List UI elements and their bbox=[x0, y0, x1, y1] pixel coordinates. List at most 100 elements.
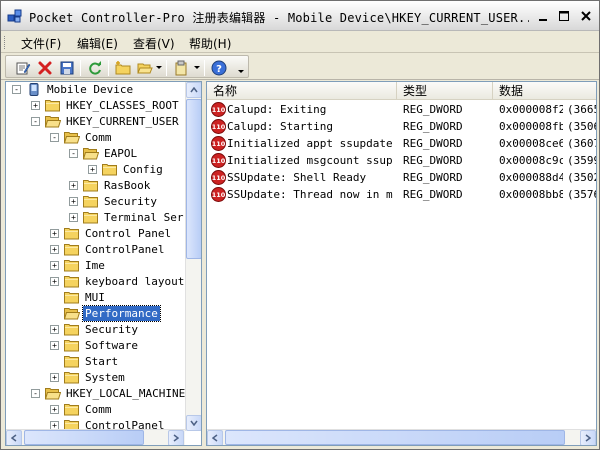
help-button[interactable]: ? bbox=[210, 59, 228, 77]
clipboard-dropdown[interactable] bbox=[194, 66, 200, 69]
tree-item-label[interactable]: Comm bbox=[83, 130, 114, 145]
scroll-left-button[interactable] bbox=[6, 430, 22, 445]
tree-item-label[interactable]: HKEY_CURRENT_USER bbox=[64, 114, 181, 129]
tree-item[interactable]: - HKEY_CURRENT_USER bbox=[6, 114, 186, 130]
list-item[interactable]: 110 SSUpdate: Thread now in m... REG_DWORD… bbox=[207, 186, 596, 203]
collapse-toggle[interactable]: - bbox=[31, 389, 40, 398]
expand-toggle[interactable]: + bbox=[88, 165, 97, 174]
toolbar-overflow[interactable] bbox=[238, 70, 244, 73]
tree-item[interactable]: Start bbox=[6, 354, 186, 370]
tree-item[interactable]: + System bbox=[6, 370, 186, 386]
tree-horizontal-scrollbar[interactable] bbox=[6, 429, 185, 445]
expand-toggle[interactable]: + bbox=[69, 197, 78, 206]
collapse-toggle[interactable]: - bbox=[12, 85, 21, 94]
tree-item[interactable]: + Security bbox=[6, 194, 186, 210]
tree-item-label[interactable]: keyboard layout bbox=[83, 274, 186, 289]
tree-item-label[interactable]: Start bbox=[83, 354, 120, 369]
tree-item[interactable]: + Comm bbox=[6, 402, 186, 418]
collapse-toggle[interactable]: - bbox=[69, 149, 78, 158]
menu-help[interactable]: 帮助(H) bbox=[189, 35, 231, 52]
tree-item[interactable]: - Mobile Device bbox=[6, 82, 186, 98]
column-header-type[interactable]: 类型 bbox=[397, 82, 493, 100]
open-folder-dropdown[interactable] bbox=[156, 66, 162, 69]
tree-item-label[interactable]: Security bbox=[83, 322, 140, 337]
tree-item-label[interactable]: System bbox=[83, 370, 127, 385]
tree-item[interactable]: Performance bbox=[6, 305, 186, 322]
tree-item[interactable]: + HKEY_CLASSES_ROOT bbox=[6, 98, 186, 114]
tree-item[interactable]: - HKEY_LOCAL_MACHINE bbox=[6, 386, 186, 402]
maximize-button[interactable] bbox=[555, 7, 573, 25]
delete-button[interactable] bbox=[36, 59, 54, 77]
tree-hscroll-thumb[interactable] bbox=[24, 430, 144, 445]
tree-item-label[interactable]: Performance bbox=[82, 305, 161, 322]
clipboard-button[interactable] bbox=[172, 59, 190, 77]
tree-item-label[interactable]: Mobile Device bbox=[45, 82, 135, 97]
menu-edit[interactable]: 编辑(E) bbox=[77, 35, 118, 52]
expand-toggle[interactable]: + bbox=[50, 325, 59, 334]
save-button[interactable] bbox=[58, 59, 76, 77]
scroll-right-button[interactable] bbox=[168, 430, 184, 445]
scroll-right-button[interactable] bbox=[580, 430, 596, 445]
scroll-down-button[interactable] bbox=[186, 415, 201, 431]
expand-toggle[interactable]: + bbox=[50, 373, 59, 382]
minimize-button[interactable] bbox=[535, 7, 553, 25]
expand-toggle[interactable]: + bbox=[50, 405, 59, 414]
list-item[interactable]: 110 Initialized msgcount ssup... REG_DWORD… bbox=[207, 152, 596, 169]
open-folder-button[interactable] bbox=[136, 59, 154, 77]
tree-item[interactable]: + Terminal Ser bbox=[6, 210, 186, 226]
tree-item[interactable]: + Control Panel bbox=[6, 226, 186, 242]
menu-view[interactable]: 查看(V) bbox=[133, 35, 175, 52]
list-item[interactable]: 110 Initialized appt ssupdate REG_DWORD 0x0… bbox=[207, 135, 596, 152]
list-item[interactable]: 110Calupd: Exiting REG_DWORD 0x000008f2c (3… bbox=[207, 101, 596, 118]
expand-toggle[interactable]: + bbox=[31, 101, 40, 110]
expand-toggle[interactable]: + bbox=[50, 341, 59, 350]
tree-item-label[interactable]: Config bbox=[121, 162, 165, 177]
refresh-button[interactable] bbox=[86, 59, 104, 77]
expand-toggle[interactable]: + bbox=[50, 229, 59, 238]
tree-item[interactable]: + Security bbox=[6, 322, 186, 338]
new-folder-button[interactable] bbox=[114, 59, 132, 77]
tree-item[interactable]: MUI bbox=[6, 290, 186, 306]
tree-item-label[interactable]: Software bbox=[83, 338, 140, 353]
tree-item[interactable]: + ControlPanel bbox=[6, 242, 186, 258]
tree-item-label[interactable]: Ime bbox=[83, 258, 107, 273]
tree-vscroll-thumb[interactable] bbox=[186, 99, 201, 259]
scroll-left-button[interactable] bbox=[207, 430, 223, 445]
expand-toggle[interactable]: + bbox=[69, 181, 78, 190]
collapse-toggle[interactable]: - bbox=[50, 133, 59, 142]
tree-item[interactable]: + Config bbox=[6, 162, 186, 178]
tree-item-label[interactable]: Security bbox=[102, 194, 159, 209]
tree-item-label[interactable]: MUI bbox=[83, 290, 107, 305]
expand-toggle[interactable]: + bbox=[50, 261, 59, 270]
tree-item[interactable]: + RasBook bbox=[6, 178, 186, 194]
edit-value-button[interactable] bbox=[14, 59, 32, 77]
expand-toggle[interactable]: + bbox=[50, 245, 59, 254]
tree-item-label[interactable]: Comm bbox=[83, 402, 114, 417]
scroll-up-button[interactable] bbox=[186, 82, 201, 98]
menu-file[interactable]: 文件(F) bbox=[21, 35, 61, 52]
values-list[interactable]: 名称 类型 数据 110 Calupd: Exiting REG_DWORD 0x00… bbox=[206, 81, 597, 446]
tree-item-label[interactable]: HKEY_CLASSES_ROOT bbox=[64, 98, 181, 113]
tree-item[interactable]: - Comm bbox=[6, 130, 186, 146]
list-hscroll-thumb[interactable] bbox=[225, 430, 565, 445]
expand-toggle[interactable]: + bbox=[50, 277, 59, 286]
list-item[interactable]: 110 Calupd: Starting REG_DWORD 0x000008fb (3… bbox=[207, 118, 596, 135]
list-item[interactable]: 110 SSUpdate: Shell Ready REG_DWORD 0x00008… bbox=[207, 169, 596, 186]
tree-item[interactable]: + Ime bbox=[6, 258, 186, 274]
column-header-data[interactable]: 数据 bbox=[493, 82, 596, 100]
expand-toggle[interactable]: + bbox=[69, 213, 78, 222]
menubar-grip[interactable] bbox=[4, 36, 7, 49]
list-horizontal-scrollbar[interactable] bbox=[207, 429, 596, 445]
title-bar[interactable]: Pocket Controller-Pro 注册表编辑器 - Mobile De… bbox=[1, 1, 599, 31]
tree-item-label[interactable]: EAPOL bbox=[102, 146, 139, 161]
tree-item-label[interactable]: Control Panel bbox=[83, 226, 173, 241]
tree-item[interactable]: - EAPOL bbox=[6, 146, 186, 162]
tree-item-label[interactable]: HKEY_LOCAL_MACHINE bbox=[64, 386, 187, 401]
registry-tree[interactable]: - Mobile Device + HKEY_CLASSES_ROOT - HKEY_CU… bbox=[5, 81, 202, 446]
tree-item[interactable]: + Software bbox=[6, 338, 186, 354]
column-header-name[interactable]: 名称 bbox=[207, 82, 397, 100]
tree-item[interactable]: + keyboard layout bbox=[6, 274, 186, 290]
tree-item-label[interactable]: RasBook bbox=[102, 178, 152, 193]
close-button[interactable] bbox=[577, 7, 595, 25]
tree-item-label[interactable]: Terminal Ser bbox=[102, 210, 185, 225]
